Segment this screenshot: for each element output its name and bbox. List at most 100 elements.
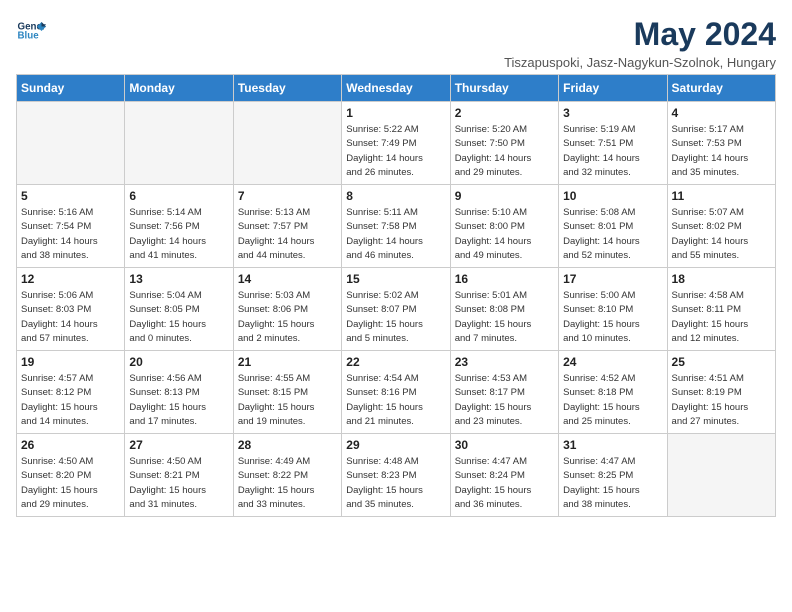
calendar-cell: 12Sunrise: 5:06 AMSunset: 8:03 PMDayligh…: [17, 268, 125, 351]
weekday-header: Friday: [559, 75, 667, 102]
day-number: 28: [238, 438, 337, 452]
day-number: 7: [238, 189, 337, 203]
day-number: 27: [129, 438, 228, 452]
day-info: Sunrise: 4:50 AMSunset: 8:21 PMDaylight:…: [129, 455, 228, 512]
location-subtitle: Tiszapuspoki, Jasz-Nagykun-Szolnok, Hung…: [504, 55, 776, 70]
day-number: 3: [563, 106, 662, 120]
calendar-cell: 14 Sunrise: 5:03 AMSunset: 8:06 PMDayligh…: [233, 268, 341, 351]
day-info: Sunrise: 5:14 AMSunset: 7:56 PMDaylight:…: [129, 206, 228, 263]
day-number: 15: [346, 272, 445, 286]
logo-icon: General Blue: [16, 16, 46, 46]
calendar-cell: 26 Sunrise: 4:50 AMSunset: 8:20 PMDayligh…: [17, 434, 125, 517]
title-area: May 2024 Tiszapuspoki, Jasz-Nagykun-Szol…: [504, 16, 776, 70]
day-info: Sunrise: 4:58 AMSunset: 8:11 PMDaylight:…: [672, 289, 771, 346]
day-number: 30: [455, 438, 554, 452]
day-number: 10: [563, 189, 662, 203]
calendar-cell: 30 Sunrise: 4:47 AMSunset: 8:24 PMDayligh…: [450, 434, 558, 517]
day-info: Sunrise: 4:55 AMSunset: 8:15 PMDaylight:…: [238, 372, 337, 429]
day-number: 18: [672, 272, 771, 286]
day-info: Sunrise: 5:22 AMSunset: 7:49 PMDaylight:…: [346, 123, 445, 180]
day-number: 5: [21, 189, 120, 203]
calendar-cell: 17 Sunrise: 5:00 AMSunset: 8:10 PMDayligh…: [559, 268, 667, 351]
day-number: 14: [238, 272, 337, 286]
calendar-cell: 24 Sunrise: 4:52 AMSunset: 8:18 PMDayligh…: [559, 351, 667, 434]
day-info: Sunrise: 5:19 AMSunset: 7:51 PMDaylight:…: [563, 123, 662, 180]
weekday-header: Tuesday: [233, 75, 341, 102]
calendar-cell: 15 Sunrise: 5:02 AMSunset: 8:07 PMDayligh…: [342, 268, 450, 351]
day-info: Sunrise: 4:48 AMSunset: 8:23 PMDaylight:…: [346, 455, 445, 512]
calendar-cell: 23Sunrise: 4:53 AMSunset: 8:17 PMDayligh…: [450, 351, 558, 434]
calendar-cell: 2 Sunrise: 5:20 AMSunset: 7:50 PMDaylight…: [450, 102, 558, 185]
day-info: Sunrise: 5:00 AMSunset: 8:10 PMDaylight:…: [563, 289, 662, 346]
day-number: 2: [455, 106, 554, 120]
day-info: Sunrise: 4:57 AMSunset: 8:12 PMDaylight:…: [21, 372, 120, 429]
calendar-cell: 18 Sunrise: 4:58 AMSunset: 8:11 PMDayligh…: [667, 268, 775, 351]
day-info: Sunrise: 5:20 AMSunset: 7:50 PMDaylight:…: [455, 123, 554, 180]
calendar-cell: 20 Sunrise: 4:56 AMSunset: 8:13 PMDayligh…: [125, 351, 233, 434]
day-number: 22: [346, 355, 445, 369]
logo: General Blue: [16, 16, 46, 46]
calendar-cell: 29 Sunrise: 4:48 AMSunset: 8:23 PMDayligh…: [342, 434, 450, 517]
day-info: Sunrise: 4:52 AMSunset: 8:18 PMDaylight:…: [563, 372, 662, 429]
day-number: 6: [129, 189, 228, 203]
calendar-cell: 9Sunrise: 5:10 AMSunset: 8:00 PMDaylight…: [450, 185, 558, 268]
day-info: Sunrise: 4:47 AMSunset: 8:24 PMDaylight:…: [455, 455, 554, 512]
day-info: Sunrise: 5:13 AMSunset: 7:57 PMDaylight:…: [238, 206, 337, 263]
calendar-cell: 27 Sunrise: 4:50 AMSunset: 8:21 PMDayligh…: [125, 434, 233, 517]
calendar-cell: 4Sunrise: 5:17 AMSunset: 7:53 PMDaylight…: [667, 102, 775, 185]
day-number: 23: [455, 355, 554, 369]
day-number: 25: [672, 355, 771, 369]
calendar-week-row: 1 Sunrise: 5:22 AMSunset: 7:49 PMDaylight…: [17, 102, 776, 185]
day-info: Sunrise: 5:08 AMSunset: 8:01 PMDaylight:…: [563, 206, 662, 263]
day-info: Sunrise: 5:07 AMSunset: 8:02 PMDaylight:…: [672, 206, 771, 263]
calendar-week-row: 5 Sunrise: 5:16 AMSunset: 7:54 PMDaylight…: [17, 185, 776, 268]
day-number: 31: [563, 438, 662, 452]
day-info: Sunrise: 5:01 AMSunset: 8:08 PMDaylight:…: [455, 289, 554, 346]
day-info: Sunrise: 5:11 AMSunset: 7:58 PMDaylight:…: [346, 206, 445, 263]
day-info: Sunrise: 5:10 AMSunset: 8:00 PMDaylight:…: [455, 206, 554, 263]
day-number: 24: [563, 355, 662, 369]
weekday-header: Sunday: [17, 75, 125, 102]
calendar-table: SundayMondayTuesdayWednesdayThursdayFrid…: [16, 74, 776, 517]
calendar-cell: [125, 102, 233, 185]
calendar-cell: 16 Sunrise: 5:01 AMSunset: 8:08 PMDayligh…: [450, 268, 558, 351]
calendar-cell: 19Sunrise: 4:57 AMSunset: 8:12 PMDayligh…: [17, 351, 125, 434]
calendar-cell: 1 Sunrise: 5:22 AMSunset: 7:49 PMDaylight…: [342, 102, 450, 185]
day-info: Sunrise: 5:03 AMSunset: 8:06 PMDaylight:…: [238, 289, 337, 346]
day-info: Sunrise: 5:16 AMSunset: 7:54 PMDaylight:…: [21, 206, 120, 263]
day-number: 26: [21, 438, 120, 452]
day-number: 11: [672, 189, 771, 203]
svg-text:Blue: Blue: [18, 31, 40, 42]
calendar-week-row: 26 Sunrise: 4:50 AMSunset: 8:20 PMDayligh…: [17, 434, 776, 517]
calendar-cell: [667, 434, 775, 517]
calendar-cell: 6 Sunrise: 5:14 AMSunset: 7:56 PMDaylight…: [125, 185, 233, 268]
calendar-cell: 11 Sunrise: 5:07 AMSunset: 8:02 PMDayligh…: [667, 185, 775, 268]
day-info: Sunrise: 5:06 AMSunset: 8:03 PMDaylight:…: [21, 289, 120, 346]
day-number: 4: [672, 106, 771, 120]
day-info: Sunrise: 5:04 AMSunset: 8:05 PMDaylight:…: [129, 289, 228, 346]
calendar-cell: [233, 102, 341, 185]
day-info: Sunrise: 4:54 AMSunset: 8:16 PMDaylight:…: [346, 372, 445, 429]
calendar-cell: 7 Sunrise: 5:13 AMSunset: 7:57 PMDaylight…: [233, 185, 341, 268]
day-number: 1: [346, 106, 445, 120]
calendar-cell: [17, 102, 125, 185]
calendar-header-row: SundayMondayTuesdayWednesdayThursdayFrid…: [17, 75, 776, 102]
day-number: 20: [129, 355, 228, 369]
day-info: Sunrise: 4:50 AMSunset: 8:20 PMDaylight:…: [21, 455, 120, 512]
calendar-cell: 21Sunrise: 4:55 AMSunset: 8:15 PMDayligh…: [233, 351, 341, 434]
weekday-header: Thursday: [450, 75, 558, 102]
day-number: 16: [455, 272, 554, 286]
day-number: 29: [346, 438, 445, 452]
day-info: Sunrise: 4:51 AMSunset: 8:19 PMDaylight:…: [672, 372, 771, 429]
calendar-cell: 22 Sunrise: 4:54 AMSunset: 8:16 PMDayligh…: [342, 351, 450, 434]
month-title: May 2024: [504, 16, 776, 53]
day-number: 17: [563, 272, 662, 286]
day-info: Sunrise: 4:56 AMSunset: 8:13 PMDaylight:…: [129, 372, 228, 429]
weekday-header: Wednesday: [342, 75, 450, 102]
calendar-cell: 8Sunrise: 5:11 AMSunset: 7:58 PMDaylight…: [342, 185, 450, 268]
calendar-cell: 10 Sunrise: 5:08 AMSunset: 8:01 PMDayligh…: [559, 185, 667, 268]
calendar-week-row: 12Sunrise: 5:06 AMSunset: 8:03 PMDayligh…: [17, 268, 776, 351]
weekday-header: Monday: [125, 75, 233, 102]
calendar-cell: 28Sunrise: 4:49 AMSunset: 8:22 PMDayligh…: [233, 434, 341, 517]
day-info: Sunrise: 5:02 AMSunset: 8:07 PMDaylight:…: [346, 289, 445, 346]
